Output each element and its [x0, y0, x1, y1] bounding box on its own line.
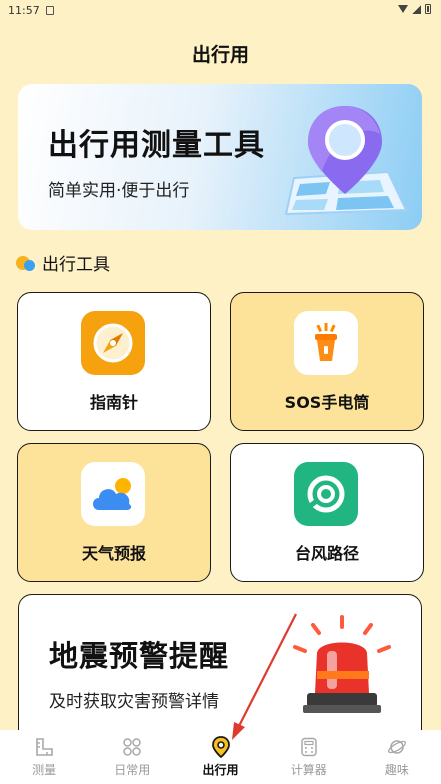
tab-label: 出行用: [202, 763, 239, 777]
map-pin-icon: [284, 106, 408, 216]
flashlight-icon: [294, 311, 358, 375]
weather-icon: [81, 462, 145, 526]
planet-icon: [386, 736, 408, 758]
tab-calculator[interactable]: 计算器: [265, 730, 353, 784]
tool-card-weather[interactable]: 天气预报: [17, 443, 211, 582]
tool-label: 指南针: [89, 393, 138, 412]
tab-label: 测量: [32, 763, 57, 777]
banner-subtitle: 简单实用·便于出行: [48, 181, 190, 201]
tab-measure[interactable]: 测量: [0, 730, 88, 784]
alert-subtitle: 及时获取灾害预警详情: [49, 692, 219, 712]
wifi-icon: [398, 5, 408, 13]
tool-label: 台风路径: [294, 544, 359, 563]
tool-label: 天气预报: [81, 544, 146, 563]
ruler-icon: [33, 736, 55, 758]
grid-icon: [121, 736, 143, 758]
bottom-tab-bar: 测量 日常用 出行用 计算器 趣味: [0, 730, 441, 784]
section-dot-icon: [16, 255, 38, 271]
signal-icon: [412, 4, 421, 14]
calculator-icon: [298, 736, 320, 758]
status-bar: 11:57: [0, 0, 441, 20]
typhoon-icon: [294, 462, 358, 526]
tab-daily[interactable]: 日常用: [88, 730, 176, 784]
compass-icon: [81, 311, 145, 375]
section-label: 出行工具: [42, 255, 110, 275]
status-icons: [398, 4, 431, 14]
banner-title: 出行用测量工具: [48, 128, 265, 163]
banner[interactable]: 出行用测量工具 简单实用·便于出行: [18, 84, 422, 230]
earthquake-alert-card[interactable]: 地震预警提醒 及时获取灾害预警详情: [18, 594, 422, 744]
tool-card-compass[interactable]: 指南针: [17, 292, 211, 431]
siren-icon: [293, 615, 391, 713]
tab-label: 计算器: [290, 763, 327, 777]
battery-icon: [425, 4, 431, 14]
tab-label: 趣味: [384, 763, 409, 777]
tab-label: 日常用: [114, 763, 151, 777]
tool-label: SOS手电筒: [284, 393, 370, 412]
location-icon: [210, 736, 232, 758]
sim-icon: [45, 5, 54, 15]
tool-card-typhoon[interactable]: 台风路径: [230, 443, 424, 582]
alert-title: 地震预警提醒: [49, 639, 230, 673]
section-header: 出行工具: [16, 250, 110, 275]
status-time: 11:57: [8, 3, 40, 17]
page-title: 出行用: [191, 44, 249, 66]
tool-card-flashlight[interactable]: SOS手电筒: [230, 292, 424, 431]
tab-travel[interactable]: 出行用: [176, 730, 264, 784]
tab-fun[interactable]: 趣味: [353, 730, 441, 784]
